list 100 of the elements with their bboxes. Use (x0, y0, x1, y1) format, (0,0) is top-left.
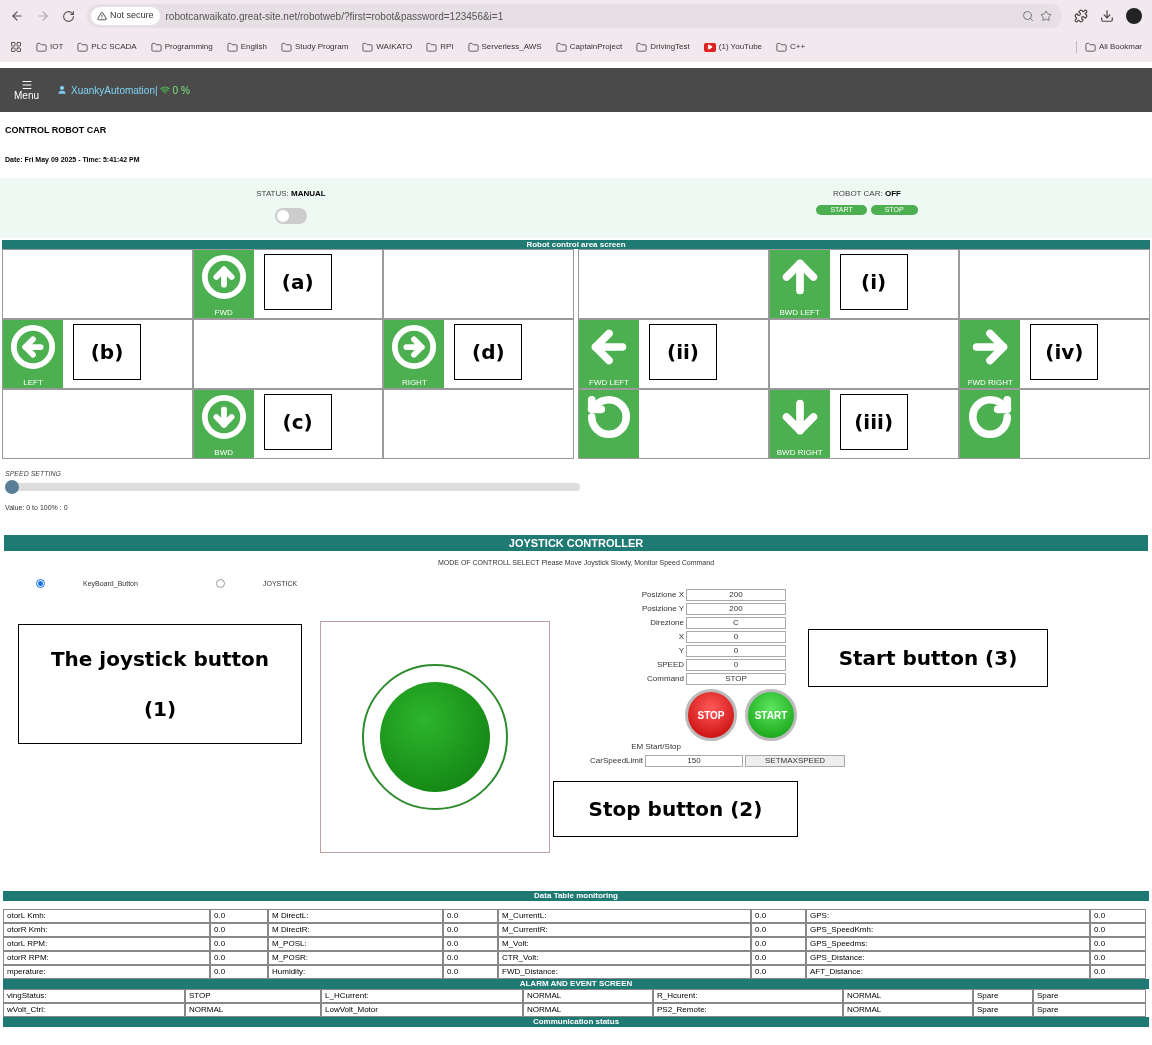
bookmark-item[interactable]: Serverless_AWS (467, 41, 542, 53)
bookmark-item[interactable]: (1) YouTube (703, 41, 763, 53)
section-header: Communication status (3, 1017, 1149, 1027)
field-label: Y (677, 645, 684, 657)
table-cell: 0.0 (210, 909, 268, 923)
annotation-label: (iv) (1030, 324, 1099, 380)
value-field[interactable]: C (686, 617, 786, 629)
folder-icon (36, 41, 47, 53)
table-cell: 0.0 (1090, 965, 1146, 979)
mode-toggle[interactable] (275, 208, 307, 224)
circle-arrow-left-icon (10, 324, 56, 370)
bookmark-item[interactable]: C++ (776, 41, 806, 53)
download-icon[interactable] (1100, 9, 1114, 23)
folder-icon (226, 41, 238, 53)
direction-button[interactable] (960, 390, 1021, 458)
table-cell: 0.0 (751, 909, 806, 923)
table-cell: GPS_SpeedKmh: (806, 923, 1090, 937)
table-cell: 0.0 (751, 923, 806, 937)
value-field[interactable]: 0 (686, 659, 786, 671)
folder-icon (280, 41, 292, 53)
table-cell: Humidity: (268, 965, 443, 979)
bookmark-item[interactable]: Programming (150, 41, 213, 53)
profile-avatar[interactable] (1126, 8, 1142, 24)
table-cell: M DirectR: (268, 923, 443, 937)
apps-icon[interactable] (10, 41, 22, 53)
table-cell: 0.0 (1090, 909, 1146, 923)
value-field[interactable]: 0 (686, 645, 786, 657)
set-max-speed-button[interactable]: SETMAXSPEED (745, 755, 845, 767)
value-field[interactable]: 0 (686, 631, 786, 643)
menu-button[interactable]: Menu (14, 79, 39, 101)
annotation-label: (iii) (839, 394, 908, 450)
table-cell: mperature: (3, 965, 210, 979)
folder-icon (636, 41, 648, 53)
table-cell: M_CurrentR: (498, 923, 751, 937)
car-state-label: ROBOT CAR: OFF (833, 188, 901, 200)
table-cell: L_HCurrent: (321, 989, 523, 1003)
table-cell: 0.0 (443, 923, 498, 937)
folder-icon (555, 41, 567, 53)
bookmark-item[interactable]: All Bookmar (1075, 41, 1142, 53)
table-cell: Spare (1033, 1003, 1146, 1017)
joystick-button[interactable] (380, 682, 490, 792)
table-cell: M_CurrentL: (498, 909, 751, 923)
table-cell: PS2_Remote: (653, 1003, 843, 1017)
extension-icon[interactable] (1074, 9, 1088, 23)
value-field[interactable]: 200 (686, 589, 786, 601)
table-cell: R_Hcurent: (653, 989, 843, 1003)
table-cell: 0.0 (1090, 923, 1146, 937)
field-label: Command (646, 673, 684, 685)
field-label: Posizione X (640, 589, 684, 601)
signal-label: 0 % (159, 82, 190, 98)
speed-slider[interactable] (5, 482, 580, 491)
bookmark-item[interactable]: RPI (426, 41, 454, 53)
table-cell: 0.0 (443, 965, 498, 979)
table-cell: otorL Kmh: (3, 909, 210, 923)
table-cell: vingStatus: (3, 989, 185, 1003)
table-cell: wVolt_Ctrl: (3, 1003, 185, 1017)
annotation-label: (i) (839, 254, 908, 310)
bookmark-item[interactable]: IOT (36, 41, 64, 53)
annotation-label: Start button (3) (808, 629, 1048, 687)
bookmark-item[interactable]: DrivingTest (636, 41, 690, 53)
table-cell: GPS: (806, 909, 1090, 923)
table-cell: CTR_Volt: (498, 951, 751, 965)
stop-button[interactable]: STOP (685, 689, 737, 741)
security-chip[interactable]: Not secure (91, 7, 160, 25)
reload-icon[interactable] (62, 9, 75, 23)
bookmark-item[interactable]: WAIKATO (362, 41, 413, 53)
radio-button[interactable] (36, 579, 45, 589)
bookmark-item[interactable]: English (226, 41, 267, 53)
table-cell: 0.0 (443, 951, 498, 965)
table-cell: otorL RPM: (3, 937, 210, 951)
table-cell: NORMAL (843, 989, 973, 1003)
star-icon[interactable] (1040, 10, 1052, 22)
bookmark-item[interactable]: CaptainProject (555, 41, 623, 53)
table-cell: 0.0 (751, 937, 806, 951)
table-cell: M_Volt: (498, 937, 751, 951)
value-field[interactable]: 200 (686, 603, 786, 615)
table-cell: 0.0 (210, 951, 268, 965)
table-cell: M DirectL: (268, 909, 443, 923)
rotate-left-icon (586, 394, 632, 440)
table-cell: 0.0 (1090, 951, 1146, 965)
address-bar[interactable]: Not secure robotcarwaikato.great-site.net/robotweb/?first=robot&password=123456&i=1 (87, 4, 1062, 28)
table-cell: 0.0 (210, 923, 268, 937)
play-icon (703, 42, 716, 52)
search-icon[interactable] (1022, 10, 1034, 22)
back-icon[interactable] (10, 9, 24, 23)
bookmark-item[interactable]: PLC SCADA (77, 41, 137, 53)
speed-limit-field[interactable]: 150 (645, 755, 743, 767)
slider-thumb[interactable] (5, 479, 19, 494)
table-cell: 0.0 (210, 937, 268, 951)
table-cell: 0.0 (443, 937, 498, 951)
table-cell: Spare (973, 1003, 1033, 1017)
radio-button[interactable] (216, 579, 225, 589)
value-field[interactable]: STOP (686, 673, 786, 685)
table-cell: 0.0 (751, 951, 806, 965)
table-cell: NORMAL (523, 989, 653, 1003)
folder-icon (362, 41, 374, 53)
folder-icon (150, 41, 162, 53)
folder-icon (776, 41, 788, 53)
direction-button[interactable] (579, 390, 639, 458)
bookmark-item[interactable]: Study Program (280, 41, 349, 53)
